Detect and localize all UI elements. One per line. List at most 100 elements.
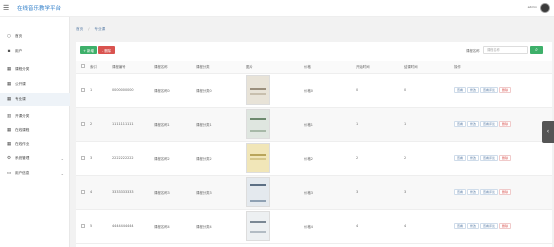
search-label: 课程名称 xyxy=(466,49,480,53)
sidebar-item-online-homework[interactable]: ▦ 在线作业 xyxy=(0,138,70,151)
edit-button[interactable]: 修改 xyxy=(467,121,480,127)
row-select[interactable] xyxy=(76,73,90,108)
col-actions: 操作 xyxy=(454,61,552,74)
course-thumbnail xyxy=(246,109,270,139)
table-row: 5 4444444444 课程名称4 课程分类4 价格4 4 4 查看 修改 查… xyxy=(76,209,552,244)
view-comments-button[interactable]: 查看评论 xyxy=(480,189,499,195)
id-card-icon: ▭ xyxy=(6,171,12,176)
sidebar-item-course-type[interactable]: ▥ 开课分类 xyxy=(0,110,70,123)
search-input[interactable]: 课程名称 xyxy=(483,46,528,54)
view-comments-button[interactable]: 查看评论 xyxy=(480,223,499,229)
top-bar: ☰ 在线音乐教学平台 admin xyxy=(0,0,554,17)
sidebar-item-user-info[interactable]: ▭ 用户信息 ⌄ xyxy=(0,167,70,180)
course-thumbnail xyxy=(246,143,270,173)
search-button[interactable]: ⌕ xyxy=(530,46,543,54)
edit-button[interactable]: 修改 xyxy=(467,87,480,93)
cell-code: 3333333333 xyxy=(112,175,154,210)
row-checkbox[interactable] xyxy=(81,189,85,194)
gear-icon: ⚙ xyxy=(6,156,12,161)
chart-icon: ▥ xyxy=(6,114,12,119)
avatar[interactable] xyxy=(540,3,550,13)
sidebar-item-course-category[interactable]: ▦ 课程分类 xyxy=(0,63,70,76)
cell-index: 3 xyxy=(90,141,112,176)
row-delete-button[interactable]: 删除 xyxy=(499,121,512,127)
grid-icon: ▦ xyxy=(6,97,12,102)
cell-price: 价格3 xyxy=(304,175,356,210)
cell-actions: 查看 修改 查看评论 删除 xyxy=(454,73,552,108)
grid-icon: ▦ xyxy=(6,82,12,87)
table-panel: + 新增 - 删除 课程名称 课程名称 ⌕ 索引 课程编号 课程名称 课程分类 … xyxy=(76,42,552,247)
grid-icon: ▦ xyxy=(6,67,12,72)
sidebar-item-label: 在线作业 xyxy=(15,142,30,146)
cell-index: 5 xyxy=(90,209,112,244)
cell-category: 课程分类3 xyxy=(196,175,246,210)
hamburger-icon[interactable]: ☰ xyxy=(3,4,11,12)
select-all-checkbox[interactable] xyxy=(81,64,85,69)
view-button[interactable]: 查看 xyxy=(454,121,467,127)
row-select[interactable] xyxy=(76,209,90,244)
course-table: 索引 课程编号 课程名称 课程分类 图片 价格 开始时间 结课时间 操作 1 0… xyxy=(76,61,552,244)
table-row: 2 1111111111 课程名称1 课程分类1 价格1 1 1 查看 修改 查… xyxy=(76,107,552,142)
sidebar-item-label: 首页 xyxy=(15,34,23,38)
breadcrumb-home[interactable]: 首页 xyxy=(76,27,83,32)
cell-category: 课程分类2 xyxy=(196,141,246,176)
row-select[interactable] xyxy=(76,175,90,210)
sidebar-item-label: 用户 xyxy=(15,49,23,53)
sidebar-item-professional-course[interactable]: ▦ 专业课 xyxy=(0,93,70,106)
table-row: 4 3333333333 课程名称3 课程分类3 价格3 3 3 查看 修改 查… xyxy=(76,175,552,210)
table-row: 1 0000000000 课程名称0 课程分类0 价格0 0 0 查看 修改 查… xyxy=(76,73,552,108)
row-delete-button[interactable]: 删除 xyxy=(499,87,512,93)
edit-button[interactable]: 修改 xyxy=(467,223,480,229)
row-select[interactable] xyxy=(76,107,90,142)
table-row: 3 2222222222 课程名称2 课程分类2 价格2 2 2 查看 修改 查… xyxy=(76,141,552,176)
sidebar-item-online-course[interactable]: ▦ 在线课程 xyxy=(0,124,70,137)
cell-index: 4 xyxy=(90,175,112,210)
view-comments-button[interactable]: 查看评论 xyxy=(480,121,499,127)
cell-code: 0000000000 xyxy=(112,73,154,108)
sidebar-item-home[interactable]: ○ 首页 xyxy=(0,30,70,43)
row-delete-button[interactable]: 删除 xyxy=(499,189,512,195)
breadcrumb-current: 专业课 xyxy=(94,27,106,31)
sidebar-item-system[interactable]: ⚙ 系统管理 ⌄ xyxy=(0,152,70,165)
edit-button[interactable]: 修改 xyxy=(467,155,480,161)
row-delete-button[interactable]: 删除 xyxy=(499,155,512,161)
delete-button[interactable]: - 删除 xyxy=(98,46,115,54)
view-comments-button[interactable]: 查看评论 xyxy=(480,87,499,93)
col-name: 课程名称 xyxy=(154,61,196,74)
sidebar: ○ 首页 ▪ 用户 ▦ 课程分类 ▦ 公开课 ▦ 专业课 ▥ 开课分类 ▦ 在线… xyxy=(0,17,70,247)
col-end: 结课时间 xyxy=(404,61,454,74)
edit-button[interactable]: 修改 xyxy=(467,189,480,195)
sidebar-item-users[interactable]: ▪ 用户 xyxy=(0,45,70,58)
col-code: 课程编号 xyxy=(112,61,154,74)
row-delete-button[interactable]: 删除 xyxy=(499,223,512,229)
sidebar-item-label: 用户信息 xyxy=(15,171,30,175)
sidebar-item-label: 课程分类 xyxy=(15,67,30,71)
sidebar-item-public-course[interactable]: ▦ 公开课 xyxy=(0,78,70,91)
chevron-down-icon: ⌄ xyxy=(60,171,64,176)
row-checkbox[interactable] xyxy=(81,121,85,126)
row-checkbox[interactable] xyxy=(81,223,85,228)
add-button[interactable]: + 新增 xyxy=(80,46,97,54)
cell-start: 1 xyxy=(356,107,404,142)
table-header-row: 索引 课程编号 课程名称 课程分类 图片 价格 开始时间 结课时间 操作 xyxy=(76,61,552,74)
chevron-left-icon: ‹ xyxy=(546,128,550,135)
admin-name[interactable]: admin xyxy=(528,5,537,9)
view-button[interactable]: 查看 xyxy=(454,189,467,195)
row-select[interactable] xyxy=(76,141,90,176)
view-button[interactable]: 查看 xyxy=(454,155,467,161)
cell-end: 4 xyxy=(404,209,454,244)
cell-image xyxy=(246,141,304,176)
cell-category: 课程分类0 xyxy=(196,73,246,108)
sidebar-item-label: 专业课 xyxy=(15,97,26,101)
row-checkbox[interactable] xyxy=(81,87,85,92)
view-comments-button[interactable]: 查看评论 xyxy=(480,155,499,161)
select-all-header[interactable] xyxy=(76,61,90,74)
sidebar-item-label: 系统管理 xyxy=(15,156,30,160)
cell-actions: 查看 修改 查看评论 删除 xyxy=(454,107,552,142)
row-checkbox[interactable] xyxy=(81,155,85,160)
side-scroll-tab[interactable]: ‹ xyxy=(542,121,554,143)
view-button[interactable]: 查看 xyxy=(454,223,467,229)
course-thumbnail xyxy=(246,177,270,207)
view-button[interactable]: 查看 xyxy=(454,87,467,93)
app-title: 在线音乐教学平台 xyxy=(17,6,62,12)
